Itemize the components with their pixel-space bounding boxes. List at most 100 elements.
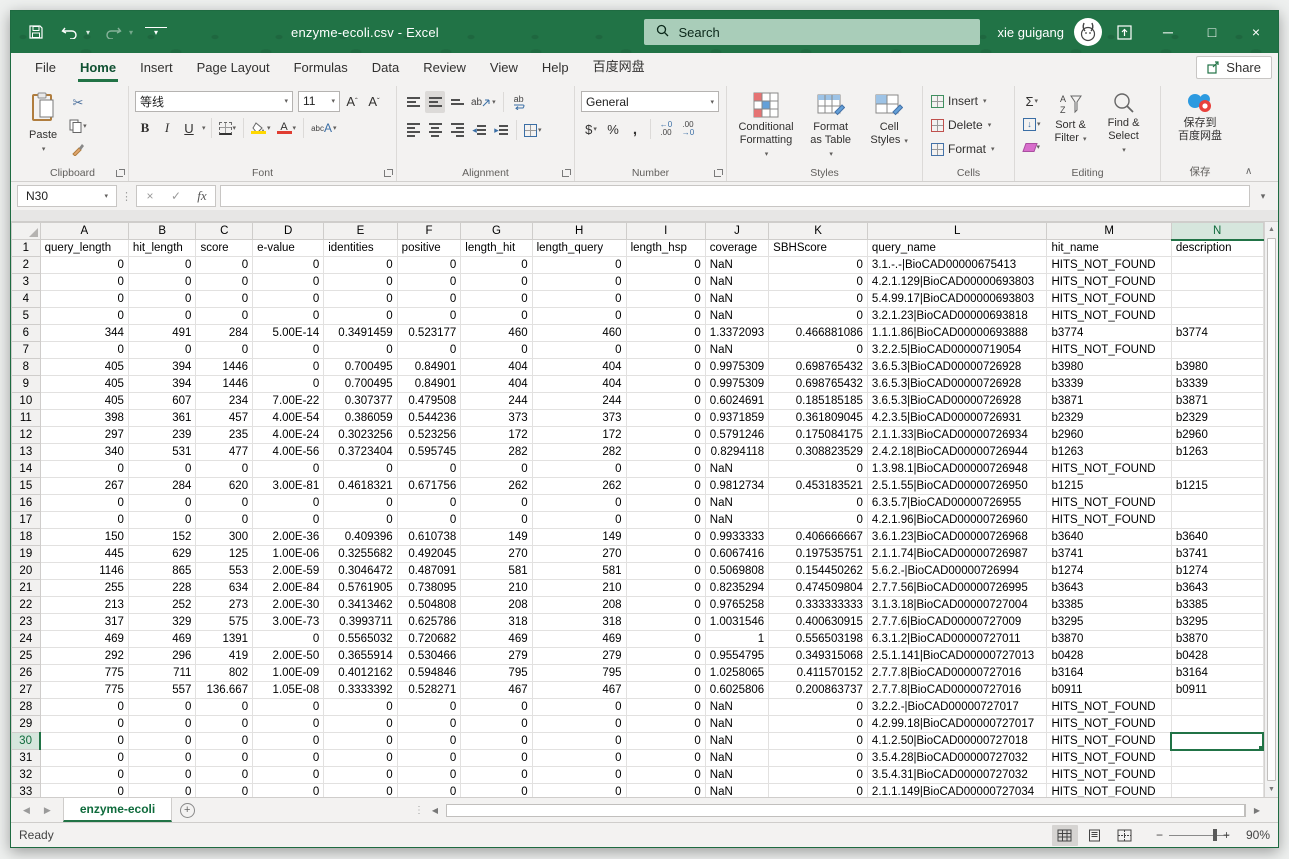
cell-C5[interactable]: 0 (196, 308, 253, 325)
cell-D3[interactable]: 0 (253, 274, 324, 291)
align-right-button[interactable] (447, 119, 467, 141)
number-format-select[interactable]: General▾ (581, 91, 719, 112)
cell-C19[interactable]: 125 (196, 546, 253, 563)
cell-I9[interactable]: 0 (626, 376, 705, 393)
sheet-nav-left-icon[interactable]: ◀ (23, 805, 30, 816)
cell-B32[interactable]: 0 (128, 767, 196, 784)
cell-E15[interactable]: 0.4618321 (324, 478, 397, 495)
cell-N28[interactable] (1171, 699, 1263, 716)
cell-I16[interactable]: 0 (626, 495, 705, 512)
cell-H24[interactable]: 469 (532, 631, 626, 648)
cell-F7[interactable]: 0 (397, 342, 461, 359)
cell-K16[interactable]: 0 (769, 495, 868, 512)
cell-F6[interactable]: 0.523177 (397, 325, 461, 342)
cell-D7[interactable]: 0 (253, 342, 324, 359)
cell-F16[interactable]: 0 (397, 495, 461, 512)
cell-J2[interactable]: NaN (705, 257, 768, 274)
cell-I14[interactable]: 0 (626, 461, 705, 478)
cell-E22[interactable]: 0.3413462 (324, 597, 397, 614)
cell-J33[interactable]: NaN (705, 784, 768, 798)
cell-N20[interactable]: b1274 (1171, 563, 1263, 580)
cell-I30[interactable]: 0 (626, 733, 705, 750)
insert-function-icon[interactable]: fx (189, 186, 215, 206)
row-header-25[interactable]: 25 (12, 648, 41, 665)
cell-C1[interactable]: score (196, 240, 253, 257)
cell-E11[interactable]: 0.386059 (324, 410, 397, 427)
cell-H27[interactable]: 467 (532, 682, 626, 699)
column-header-C[interactable]: C (196, 223, 253, 240)
redo-dropdown-icon[interactable]: ▾ (129, 28, 133, 37)
cell-J26[interactable]: 1.0258065 (705, 665, 768, 682)
cell-L25[interactable]: 2.5.1.141|BioCAD00000727013 (867, 648, 1047, 665)
cell-G15[interactable]: 262 (461, 478, 532, 495)
row-header-31[interactable]: 31 (12, 750, 41, 767)
cell-L2[interactable]: 3.1.-.-|BioCAD00000675413 (867, 257, 1047, 274)
clear-button[interactable]: ▾ (1021, 136, 1043, 158)
cell-B26[interactable]: 711 (128, 665, 196, 682)
cell-F21[interactable]: 0.738095 (397, 580, 461, 597)
cell-C33[interactable]: 0 (196, 784, 253, 798)
row-header-22[interactable]: 22 (12, 597, 41, 614)
cell-M17[interactable]: HITS_NOT_FOUND (1047, 512, 1171, 529)
cell-J8[interactable]: 0.9975309 (705, 359, 768, 376)
page-layout-view-button[interactable] (1082, 825, 1108, 846)
cell-K27[interactable]: 0.200863737 (769, 682, 868, 699)
increase-font-size-button[interactable]: Aˆ (342, 90, 362, 112)
cell-J20[interactable]: 0.5069808 (705, 563, 768, 580)
alignment-dialog-launcher[interactable] (561, 169, 571, 179)
cell-J12[interactable]: 0.5791246 (705, 427, 768, 444)
user-name[interactable]: xie guigang (998, 25, 1065, 40)
tab-scroll-splitter[interactable]: ⋮ (414, 805, 424, 816)
cell-E31[interactable]: 0 (324, 750, 397, 767)
cell-L17[interactable]: 4.2.1.96|BioCAD00000726960 (867, 512, 1047, 529)
cell-M19[interactable]: b3741 (1047, 546, 1171, 563)
cell-C31[interactable]: 0 (196, 750, 253, 767)
cell-N30[interactable] (1171, 733, 1263, 750)
cell-G17[interactable]: 0 (461, 512, 532, 529)
row-header-15[interactable]: 15 (12, 478, 41, 495)
name-box-dropdown-icon[interactable]: ▾ (104, 192, 108, 200)
cell-C20[interactable]: 553 (196, 563, 253, 580)
cell-I24[interactable]: 0 (626, 631, 705, 648)
cell-L18[interactable]: 3.6.1.23|BioCAD00000726968 (867, 529, 1047, 546)
cell-F18[interactable]: 0.610738 (397, 529, 461, 546)
cell-K21[interactable]: 0.474509804 (769, 580, 868, 597)
cell-I21[interactable]: 0 (626, 580, 705, 597)
normal-view-button[interactable] (1052, 825, 1078, 846)
cell-J13[interactable]: 0.8294118 (705, 444, 768, 461)
cell-N12[interactable]: b2960 (1171, 427, 1263, 444)
cell-C16[interactable]: 0 (196, 495, 253, 512)
cell-D8[interactable]: 0 (253, 359, 324, 376)
cell-L22[interactable]: 3.1.3.18|BioCAD00000727004 (867, 597, 1047, 614)
cell-J10[interactable]: 0.6024691 (705, 393, 768, 410)
cell-E16[interactable]: 0 (324, 495, 397, 512)
row-header-14[interactable]: 14 (12, 461, 41, 478)
delete-cells-button[interactable]: Delete▾ (929, 114, 1008, 136)
close-button[interactable]: × (1234, 11, 1278, 53)
cell-C15[interactable]: 620 (196, 478, 253, 495)
cell-H22[interactable]: 208 (532, 597, 626, 614)
merge-center-button[interactable]: ▾ (522, 119, 544, 141)
cell-G6[interactable]: 460 (461, 325, 532, 342)
percent-style-button[interactable]: % (603, 118, 623, 140)
cell-N26[interactable]: b3164 (1171, 665, 1263, 682)
cell-G28[interactable]: 0 (461, 699, 532, 716)
cell-M11[interactable]: b2329 (1047, 410, 1171, 427)
cell-D1[interactable]: e-value (253, 240, 324, 257)
cell-J25[interactable]: 0.9554795 (705, 648, 768, 665)
clipboard-dialog-launcher[interactable] (115, 169, 125, 179)
cell-H9[interactable]: 404 (532, 376, 626, 393)
column-header-M[interactable]: M (1047, 223, 1171, 240)
cell-A32[interactable]: 0 (40, 767, 128, 784)
cell-N14[interactable] (1171, 461, 1263, 478)
cell-A25[interactable]: 292 (40, 648, 128, 665)
cell-B1[interactable]: hit_length (128, 240, 196, 257)
cell-G16[interactable]: 0 (461, 495, 532, 512)
cell-J4[interactable]: NaN (705, 291, 768, 308)
zoom-in-button[interactable]: + (1223, 828, 1230, 842)
maximize-button[interactable]: □ (1190, 11, 1234, 53)
cell-D27[interactable]: 1.05E-08 (253, 682, 324, 699)
row-header-7[interactable]: 7 (12, 342, 41, 359)
cell-L19[interactable]: 2.1.1.74|BioCAD00000726987 (867, 546, 1047, 563)
cell-J7[interactable]: NaN (705, 342, 768, 359)
